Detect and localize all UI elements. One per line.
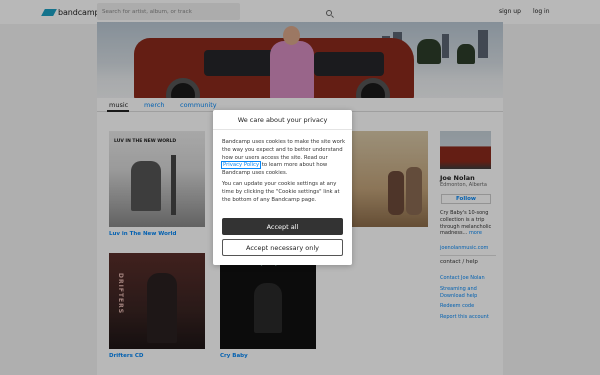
cookie-text-2: You can update your cookie settings at a… bbox=[222, 181, 340, 203]
cookie-text-1: Bandcamp uses cookies to make the site w… bbox=[220, 139, 346, 178]
privacy-policy-link[interactable]: Privacy Policy bbox=[220, 161, 262, 170]
dialog-title: We care about your privacy bbox=[213, 110, 352, 130]
accept-all-button[interactable]: Accept all bbox=[222, 218, 343, 235]
accept-necessary-button[interactable]: Accept necessary only bbox=[222, 239, 343, 256]
cookie-consent-dialog: We care about your privacy Bandcamp uses… bbox=[213, 110, 352, 265]
cookie-text-before-link: Bandcamp uses cookies to make the site w… bbox=[222, 139, 346, 161]
